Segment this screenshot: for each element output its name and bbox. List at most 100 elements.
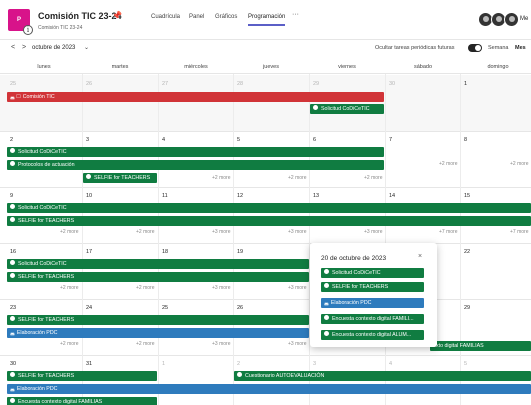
more-link[interactable]: +3 more bbox=[212, 341, 230, 347]
task-bar[interactable]: ◛ Elaboración PDC bbox=[7, 328, 309, 338]
date-number[interactable]: 30 bbox=[10, 361, 16, 367]
more-link[interactable]: +7 more bbox=[439, 229, 457, 235]
close-icon[interactable]: × bbox=[418, 253, 422, 260]
task-bar[interactable]: SELFIE for TEACHERS bbox=[7, 315, 309, 325]
task-bar[interactable]: exto digital FAMILIAS bbox=[430, 341, 531, 351]
task-bar[interactable]: ◛ Elaboración PDC bbox=[7, 384, 531, 394]
date-number[interactable]: 12 bbox=[237, 193, 243, 199]
task-bar[interactable]: Solicitud CoDiCeTIC bbox=[310, 104, 384, 114]
popup-task[interactable]: Solicitud CoDiCeTIC bbox=[321, 268, 424, 278]
date-number[interactable]: 3 bbox=[313, 361, 316, 367]
date-number[interactable]: 26 bbox=[237, 305, 243, 311]
task-bar[interactable]: Solicitud CoDiCeTIC bbox=[7, 147, 384, 157]
avatar[interactable] bbox=[504, 12, 519, 27]
more-link[interactable]: +3 more bbox=[288, 341, 306, 347]
task-bar[interactable]: SELFIE for TEACHERS bbox=[7, 371, 157, 381]
more-link[interactable]: +2 more bbox=[136, 341, 154, 347]
task-bar[interactable]: Solicitud CoDiCeTIC bbox=[7, 203, 531, 213]
more-link[interactable]: +3 more bbox=[212, 285, 230, 291]
me-label[interactable]: Me bbox=[520, 16, 528, 22]
tab-cuadricula[interactable]: Cuadrícula bbox=[151, 14, 180, 20]
date-number[interactable]: 25 bbox=[10, 81, 16, 87]
date-number[interactable]: 24 bbox=[86, 305, 92, 311]
view-month-button[interactable]: Mes bbox=[515, 45, 526, 51]
more-link[interactable]: +2 more bbox=[136, 285, 154, 291]
date-number[interactable]: 29 bbox=[313, 81, 319, 87]
date-number[interactable]: 1 bbox=[464, 81, 467, 87]
more-link[interactable]: +2 more bbox=[60, 229, 78, 235]
more-link[interactable]: +7 more bbox=[510, 229, 528, 235]
more-link[interactable]: +3 more bbox=[364, 229, 382, 235]
tab-graficos[interactable]: Gráficos bbox=[215, 14, 237, 20]
view-week-button[interactable]: Semana bbox=[488, 45, 509, 51]
popup-task[interactable]: SELFIE for TEACHERS bbox=[321, 282, 424, 292]
date-number[interactable]: 18 bbox=[162, 249, 168, 255]
date-number[interactable]: 8 bbox=[464, 137, 467, 143]
date-number[interactable]: 7 bbox=[389, 137, 392, 143]
more-link[interactable]: +2 more bbox=[288, 175, 306, 181]
task-bar[interactable]: SELFIE for TEACHERS bbox=[7, 216, 531, 226]
chevron-down-icon[interactable]: ⌄ bbox=[84, 44, 89, 51]
next-month-button[interactable]: > bbox=[22, 44, 26, 51]
popup-task[interactable]: Encuesta contexto digital ALUM... bbox=[321, 330, 424, 340]
more-link[interactable]: +2 more bbox=[510, 161, 528, 167]
more-link[interactable]: +3 more bbox=[288, 285, 306, 291]
date-number[interactable]: 31 bbox=[86, 361, 92, 367]
date-number[interactable]: 16 bbox=[10, 249, 16, 255]
more-link[interactable]: +2 more bbox=[439, 161, 457, 167]
plan-title[interactable]: Comisión TIC 23-24 bbox=[38, 11, 122, 21]
date-number[interactable]: 14 bbox=[389, 193, 395, 199]
date-number[interactable]: 4 bbox=[162, 137, 165, 143]
date-number[interactable]: 9 bbox=[10, 193, 13, 199]
date-number[interactable]: 3 bbox=[86, 137, 89, 143]
more-link[interactable]: +3 more bbox=[212, 229, 230, 235]
date-number[interactable]: 5 bbox=[464, 361, 467, 367]
date-number[interactable]: 29 bbox=[464, 305, 470, 311]
popup-task[interactable]: Encuesta contexto digital FAMILI... bbox=[321, 314, 424, 324]
date-number[interactable]: 26 bbox=[86, 81, 92, 87]
date-number[interactable]: 1 bbox=[162, 361, 165, 367]
date-number[interactable]: 2 bbox=[10, 137, 13, 143]
current-month-label[interactable]: octubre de 2023 bbox=[32, 45, 75, 51]
tab-programacion[interactable]: Programación bbox=[248, 14, 285, 20]
date-number[interactable]: 2 bbox=[237, 361, 240, 367]
more-link[interactable]: +2 more bbox=[364, 175, 382, 181]
date-number[interactable]: 30 bbox=[389, 81, 395, 87]
task-bar[interactable]: SELFIE for TEACHERS bbox=[83, 173, 157, 183]
date-number[interactable]: 10 bbox=[86, 193, 92, 199]
previous-month-button[interactable]: < bbox=[11, 44, 15, 51]
task-bar[interactable]: Protocolos de actuación bbox=[7, 160, 384, 170]
date-number[interactable]: 25 bbox=[162, 305, 168, 311]
task-status-icon bbox=[10, 204, 15, 209]
task-bar[interactable]: Solicitud CoDiCeTIC bbox=[7, 259, 309, 269]
pin-icon[interactable]: 📌 bbox=[112, 11, 122, 20]
tab-panel[interactable]: Panel bbox=[189, 14, 204, 20]
info-icon[interactable]: i bbox=[23, 25, 33, 35]
task-bar[interactable]: Cuestionario AUTOEVALUACIÓN bbox=[234, 371, 531, 381]
date-number[interactable]: 17 bbox=[86, 249, 92, 255]
date-number[interactable]: 19 bbox=[237, 249, 243, 255]
more-tabs-icon[interactable]: ··· bbox=[292, 11, 299, 18]
date-number[interactable]: 4 bbox=[389, 361, 392, 367]
date-number[interactable]: 27 bbox=[162, 81, 168, 87]
task-bar[interactable]: Encuesta contexto digital FAMILIAS bbox=[7, 397, 157, 405]
task-bar[interactable]: ◛ ☐ Comisión TIC bbox=[7, 92, 384, 102]
more-link[interactable]: +2 more bbox=[60, 285, 78, 291]
popup-task[interactable]: ◛ Elaboración PDC bbox=[321, 298, 424, 308]
task-title: Solicitud CoDiCeTIC bbox=[18, 205, 67, 211]
more-link[interactable]: +2 more bbox=[212, 175, 230, 181]
date-number[interactable]: 28 bbox=[237, 81, 243, 87]
more-link[interactable]: +2 more bbox=[136, 229, 154, 235]
date-number[interactable]: 23 bbox=[10, 305, 16, 311]
more-link[interactable]: +2 more bbox=[60, 341, 78, 347]
date-number[interactable]: 6 bbox=[313, 137, 316, 143]
hide-recurring-toggle[interactable] bbox=[468, 44, 482, 52]
date-number[interactable]: 11 bbox=[162, 193, 168, 199]
date-number[interactable]: 15 bbox=[464, 193, 470, 199]
popup-title: 20 de octubre de 2023 bbox=[321, 255, 387, 262]
task-bar[interactable]: SELFIE for TEACHERS bbox=[7, 272, 309, 282]
date-number[interactable]: 5 bbox=[237, 137, 240, 143]
more-link[interactable]: +3 more bbox=[288, 229, 306, 235]
date-number[interactable]: 13 bbox=[313, 193, 319, 199]
date-number[interactable]: 22 bbox=[464, 249, 470, 255]
